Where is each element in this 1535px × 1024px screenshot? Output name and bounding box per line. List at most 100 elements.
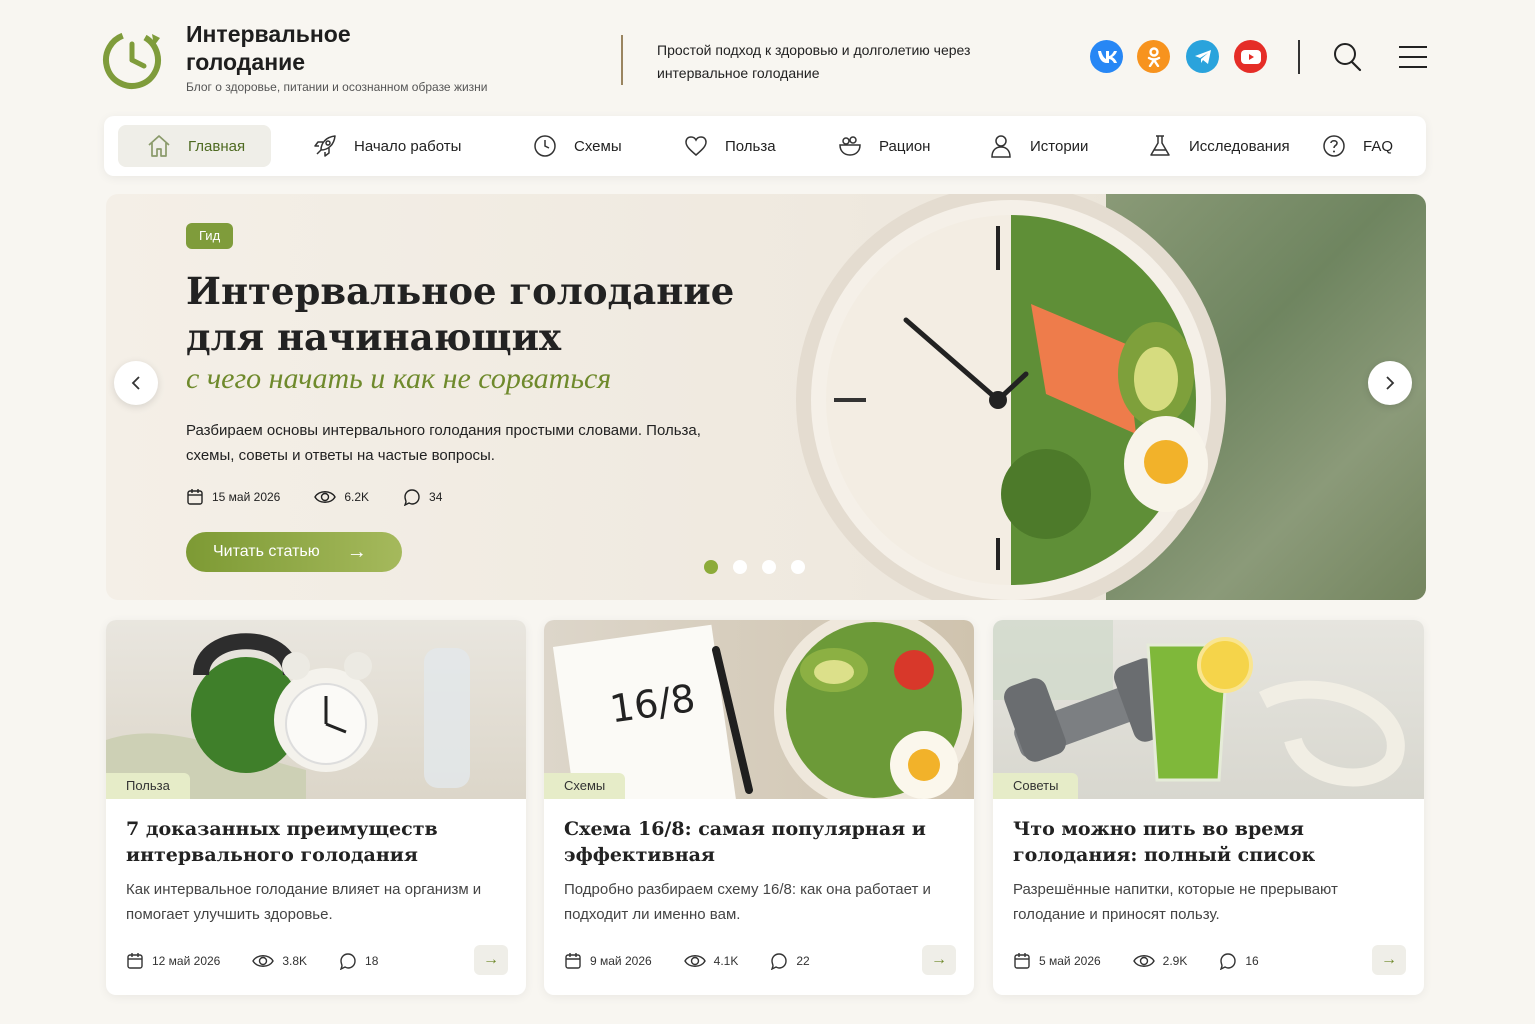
card-description: Разрешённые напитки, которые не прерываю…: [1013, 881, 1338, 923]
article-card[interactable]: Польза 7 доказанных преимуществ интервал…: [106, 620, 526, 995]
eye-icon: [1132, 955, 1155, 967]
card-tag[interactable]: Советы: [993, 773, 1079, 799]
date-meta: 12 май 2026: [126, 952, 220, 970]
hero-title: Интервальное голодание для начинающих: [186, 269, 735, 359]
calendar-icon: [565, 953, 581, 969]
nav-item-getting-started[interactable]: Начало работы: [312, 125, 461, 167]
comments-text: 34: [429, 490, 443, 504]
card-arrow-button[interactable]: →: [1372, 945, 1406, 975]
card-description: Как интервальное голодание влияет на орг…: [126, 881, 482, 923]
slider-dot[interactable]: [704, 560, 718, 574]
search-icon[interactable]: [1332, 40, 1362, 72]
heart-icon: [685, 136, 707, 156]
card-arrow-button[interactable]: →: [922, 945, 956, 975]
nav-item-diet[interactable]: Рацион: [837, 125, 930, 167]
hero-description: Разбираем основы интервального голодания…: [186, 422, 701, 464]
comments-text: 16: [1245, 954, 1259, 968]
nav-item-faq[interactable]: FAQ: [1321, 125, 1393, 167]
nav-item-home[interactable]: Главная: [118, 125, 271, 167]
arrow-right-icon: →: [483, 951, 499, 968]
nav-item-research[interactable]: Исследования: [1147, 125, 1290, 167]
card-title[interactable]: Схема 16/8: самая популярная и эффективн…: [564, 816, 954, 868]
nav-label: Схемы: [574, 137, 622, 155]
slider-dot[interactable]: [733, 560, 747, 574]
eye-icon: [683, 955, 706, 967]
comments-meta: 22: [770, 952, 810, 970]
clock-logo-icon[interactable]: [100, 26, 166, 90]
vk-icon[interactable]: [1090, 40, 1123, 73]
hero-tag[interactable]: Гид: [186, 223, 234, 249]
date-text: 5 май 2026: [1039, 954, 1101, 968]
comments-text: 22: [796, 954, 810, 968]
card-description: Подробно разбираем схему 16/8: как она р…: [564, 881, 931, 923]
menu-icon[interactable]: [1398, 40, 1428, 72]
card-meta: 12 май 2026 3.8K 18: [126, 952, 410, 970]
nav-item-stories[interactable]: Истории: [988, 125, 1088, 167]
user-icon: [991, 135, 1011, 158]
nav-label: Начало работы: [354, 137, 462, 155]
telegram-icon[interactable]: [1186, 40, 1219, 73]
arrow-right-icon: →: [346, 540, 367, 563]
slider-dot[interactable]: [762, 560, 776, 574]
bowl-icon: [839, 136, 861, 156]
date-text: 9 май 2026: [590, 954, 652, 968]
calendar-icon: [1014, 953, 1030, 969]
chevron-left-icon: [131, 376, 140, 390]
comments-meta: 16: [1219, 952, 1259, 970]
youtube-icon[interactable]: [1234, 40, 1267, 73]
card-tag[interactable]: Схемы: [544, 773, 626, 799]
views-text: 2.9K: [1162, 954, 1188, 968]
slider-dot[interactable]: [791, 560, 805, 574]
nav-item-benefits[interactable]: Польза: [683, 125, 776, 167]
date-text: 12 май 2026: [152, 954, 221, 968]
hero-subtitle: с чего начать и как не сорваться: [186, 362, 612, 395]
card-arrow-button[interactable]: →: [474, 945, 508, 975]
nav-label: Истории: [1030, 137, 1089, 155]
nav-label: FAQ: [1363, 137, 1394, 155]
calendar-icon: [187, 489, 203, 505]
card-title[interactable]: Что можно пить во время голодания: полны…: [1013, 816, 1403, 868]
slider-next-button[interactable]: [1368, 361, 1412, 405]
nav-label: Исследования: [1189, 137, 1290, 155]
views-meta: 3.8K: [252, 952, 307, 970]
hero-clock-plate-image: [796, 194, 1226, 600]
eye-icon: [314, 491, 337, 503]
article-card[interactable]: Советы Что можно пить во время голодания…: [993, 620, 1424, 995]
comment-icon: [339, 953, 356, 970]
site-header: Интервальное голодание Блог о здоровье, …: [0, 0, 1535, 110]
nav-item-schemes[interactable]: Схемы: [532, 125, 622, 167]
main-navigation: Главная Начало работы Схемы Польза Рацио…: [104, 116, 1426, 176]
date-meta: 15 май 2026: [186, 488, 280, 506]
nav-label: Главная: [188, 137, 246, 155]
comments-meta: 18: [339, 952, 378, 970]
comment-icon: [1220, 953, 1237, 970]
nav-label: Рацион: [879, 137, 931, 155]
views-meta: 6.2K: [314, 488, 369, 506]
arrow-right-icon: →: [1381, 951, 1397, 968]
date-text: 15 май 2026: [212, 490, 281, 504]
slider-prev-button[interactable]: [114, 361, 158, 405]
date-meta: 9 май 2026: [564, 952, 652, 970]
comments-meta: 34: [403, 488, 442, 506]
hero-slider: Гид Интервальное голодание для начинающи…: [106, 194, 1426, 600]
read-article-button[interactable]: Читать статью →: [186, 532, 402, 572]
card-tag[interactable]: Польза: [106, 773, 190, 799]
date-meta: 5 май 2026: [1013, 952, 1101, 970]
read-article-label: Читать статью: [213, 543, 320, 560]
brand-title[interactable]: Интервальное голодание: [186, 20, 446, 76]
comment-icon: [771, 953, 788, 970]
divider: [621, 35, 623, 85]
views-text: 4.1K: [713, 954, 739, 968]
card-title[interactable]: 7 доказанных преимуществ интервального г…: [126, 816, 516, 868]
eye-icon: [252, 955, 275, 967]
chevron-right-icon: [1386, 376, 1395, 390]
calendar-icon: [127, 953, 143, 969]
article-card[interactable]: 16/8 Схемы Схема 16/8: самая популярная …: [544, 620, 974, 995]
flask-icon: [1150, 135, 1170, 156]
brand-subtitle: Блог о здоровье, питании и осознанном об…: [186, 80, 488, 94]
card-meta: 9 май 2026 4.1K 22: [564, 952, 842, 970]
card-meta: 5 май 2026 2.9K 16: [1013, 952, 1291, 970]
odnoklassniki-icon[interactable]: [1137, 40, 1170, 73]
rocket-icon: [314, 135, 336, 157]
home-icon: [148, 135, 170, 157]
